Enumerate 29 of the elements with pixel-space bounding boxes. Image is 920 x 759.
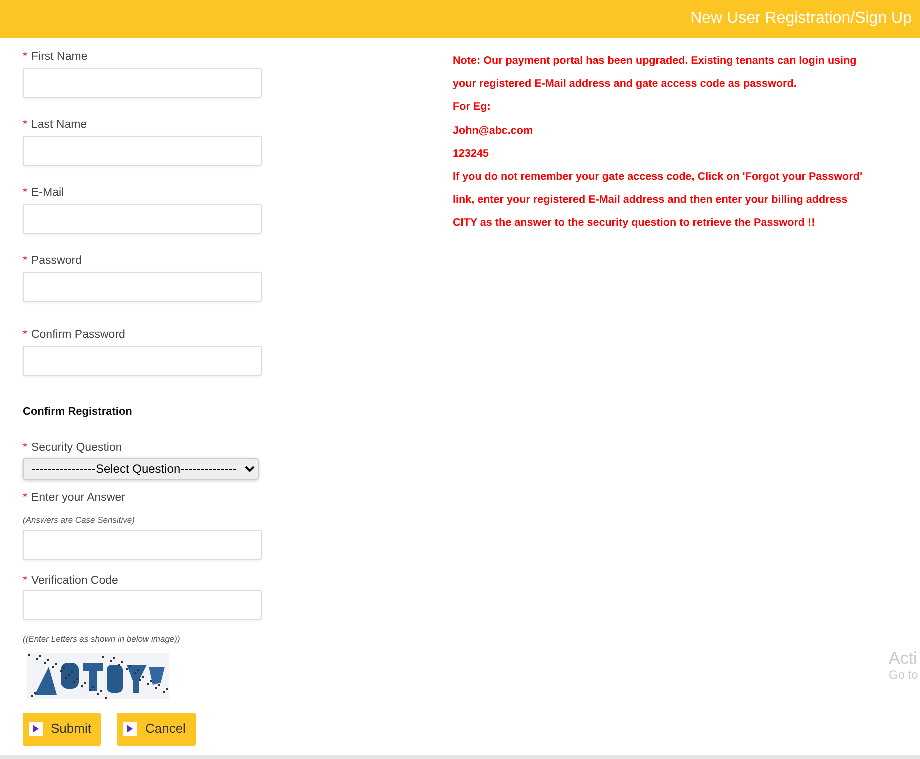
play-icon [123,722,138,736]
notice-text: John@abc.com [453,124,534,139]
text-field[interactable] [23,136,262,166]
field-label: * Verification Code [23,574,120,588]
field-label: * Security Question [23,440,124,454]
text-field[interactable] [23,272,262,302]
play-icon [29,722,43,736]
notice-text: Note: Our payment portal has been upgraded. Existing tenants can login using your registered E-Mail address and gate access code as password. [453,54,858,92]
notice-text: 123245 [453,146,490,162]
text-field[interactable] [23,346,262,376]
field-label: * Confirm Password [23,328,126,342]
form-button[interactable]: Submit [23,712,102,746]
hint-text: ((Enter Letters as shown in below image)) [23,634,182,644]
field-label: * Password [23,254,83,268]
text-field[interactable] [23,530,262,560]
page-title: New User Registration/Sign Up [690,11,912,27]
text-field[interactable] [23,68,262,98]
field-label: * Enter your Answer [23,490,126,504]
text-field[interactable] [23,204,262,234]
notice-text: For Eg: [453,100,492,116]
field-label: * E-Mail [23,186,66,200]
notice-text: If you do not remember your gate access code, Click on 'Forgot your Password' link, enter your registered E-Mail address and then enter your billing address CITY as the answer to the security question to retrieve the Password !! [453,170,864,232]
form-button[interactable]: Cancel [117,712,196,746]
question-select[interactable]: ----------------Select Question-------------- [23,458,259,480]
hint-text: (Answers are Case Sensitive) [23,514,136,526]
field-label: * Last Name [23,118,88,132]
text-field[interactable] [23,590,262,620]
section-heading: Confirm Registration [23,405,134,420]
field-label: * First Name [23,50,89,64]
